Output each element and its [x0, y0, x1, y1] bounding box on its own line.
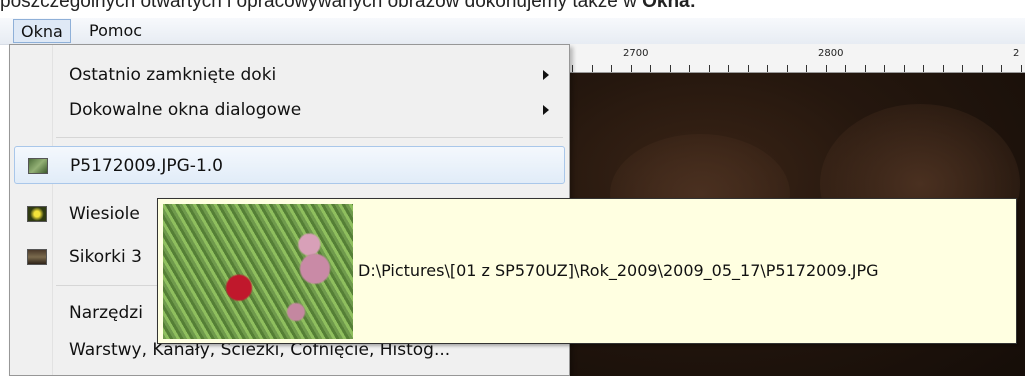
ruler-tick: [669, 65, 671, 72]
ruler-tick: [884, 65, 885, 72]
menu-item-recent-docks[interactable]: Ostatnio zamknięte doki: [14, 56, 565, 94]
ruler-tick: [923, 65, 924, 72]
ruler-tick: [689, 65, 690, 72]
caption-bold: Okna:: [642, 0, 696, 12]
ruler-tick: [962, 65, 963, 72]
tooltip-file-path: D:\Pictures\[01 z SP570UZ]\Rok_2009\2009…: [358, 261, 879, 280]
horizontal-ruler: 2700 2800 2: [570, 44, 1025, 73]
image-thumbnail-icon: [27, 206, 47, 222]
ruler-tick: [650, 65, 651, 72]
menu-bar: Okna Pomoc: [0, 18, 1025, 45]
ruler-tick: [825, 65, 827, 72]
ruler-tick: [630, 65, 632, 72]
document-caption: poszczególnych otwartych i opracowywanyc…: [0, 0, 1025, 17]
menu-item-image-p5172009[interactable]: P5172009.JPG-1.0: [14, 146, 565, 184]
image-path-tooltip: D:\Pictures\[01 z SP570UZ]\Rok_2009\2009…: [157, 198, 1017, 344]
submenu-arrow-icon: [543, 105, 549, 115]
menu-item-label: Ostatnio zamknięte doki: [69, 65, 277, 85]
submenu-arrow-icon: [543, 70, 549, 80]
ruler-tick: [572, 65, 573, 72]
ruler-tick: [864, 65, 866, 72]
ruler-tick: [767, 65, 768, 72]
ruler-tick: [1001, 65, 1002, 72]
ruler-tick: [747, 65, 749, 72]
ruler-tick: [806, 65, 807, 72]
ruler-tick: [981, 65, 983, 72]
menu-item-dockable-dialogs[interactable]: Dokowalne okna dialogowe: [14, 91, 565, 129]
menu-pomoc[interactable]: Pomoc: [82, 19, 149, 43]
menu-item-label: P5172009.JPG-1.0: [70, 156, 223, 176]
ruler-tick: [903, 65, 905, 72]
ruler-tick: [728, 65, 729, 72]
ruler-tick: [708, 65, 710, 72]
menu-item-label: Dokowalne okna dialogowe: [69, 100, 302, 120]
ruler-label: 2800: [818, 48, 844, 59]
ruler-tick: [845, 65, 846, 72]
ruler-tick: [786, 65, 788, 72]
menu-item-label: Sikorki 3: [69, 247, 142, 267]
menu-okna[interactable]: Okna: [13, 19, 71, 43]
image-thumbnail-icon: [27, 249, 47, 265]
image-thumbnail-icon: [28, 158, 48, 174]
image-preview-thumbnail: [163, 204, 353, 339]
menu-separator: [56, 137, 563, 138]
ruler-label: 2700: [623, 48, 649, 59]
ruler-tick: [942, 65, 944, 72]
ruler-tick: [611, 65, 612, 72]
ruler-label: 2: [1013, 48, 1020, 59]
ruler-tick: [591, 65, 593, 72]
ruler-tick: [1020, 65, 1022, 72]
caption-text: poszczególnych otwartych i opracowywanyc…: [0, 0, 643, 12]
menu-item-label: Narzędzi: [69, 303, 143, 323]
menu-item-label: Wiesiole: [69, 204, 140, 224]
